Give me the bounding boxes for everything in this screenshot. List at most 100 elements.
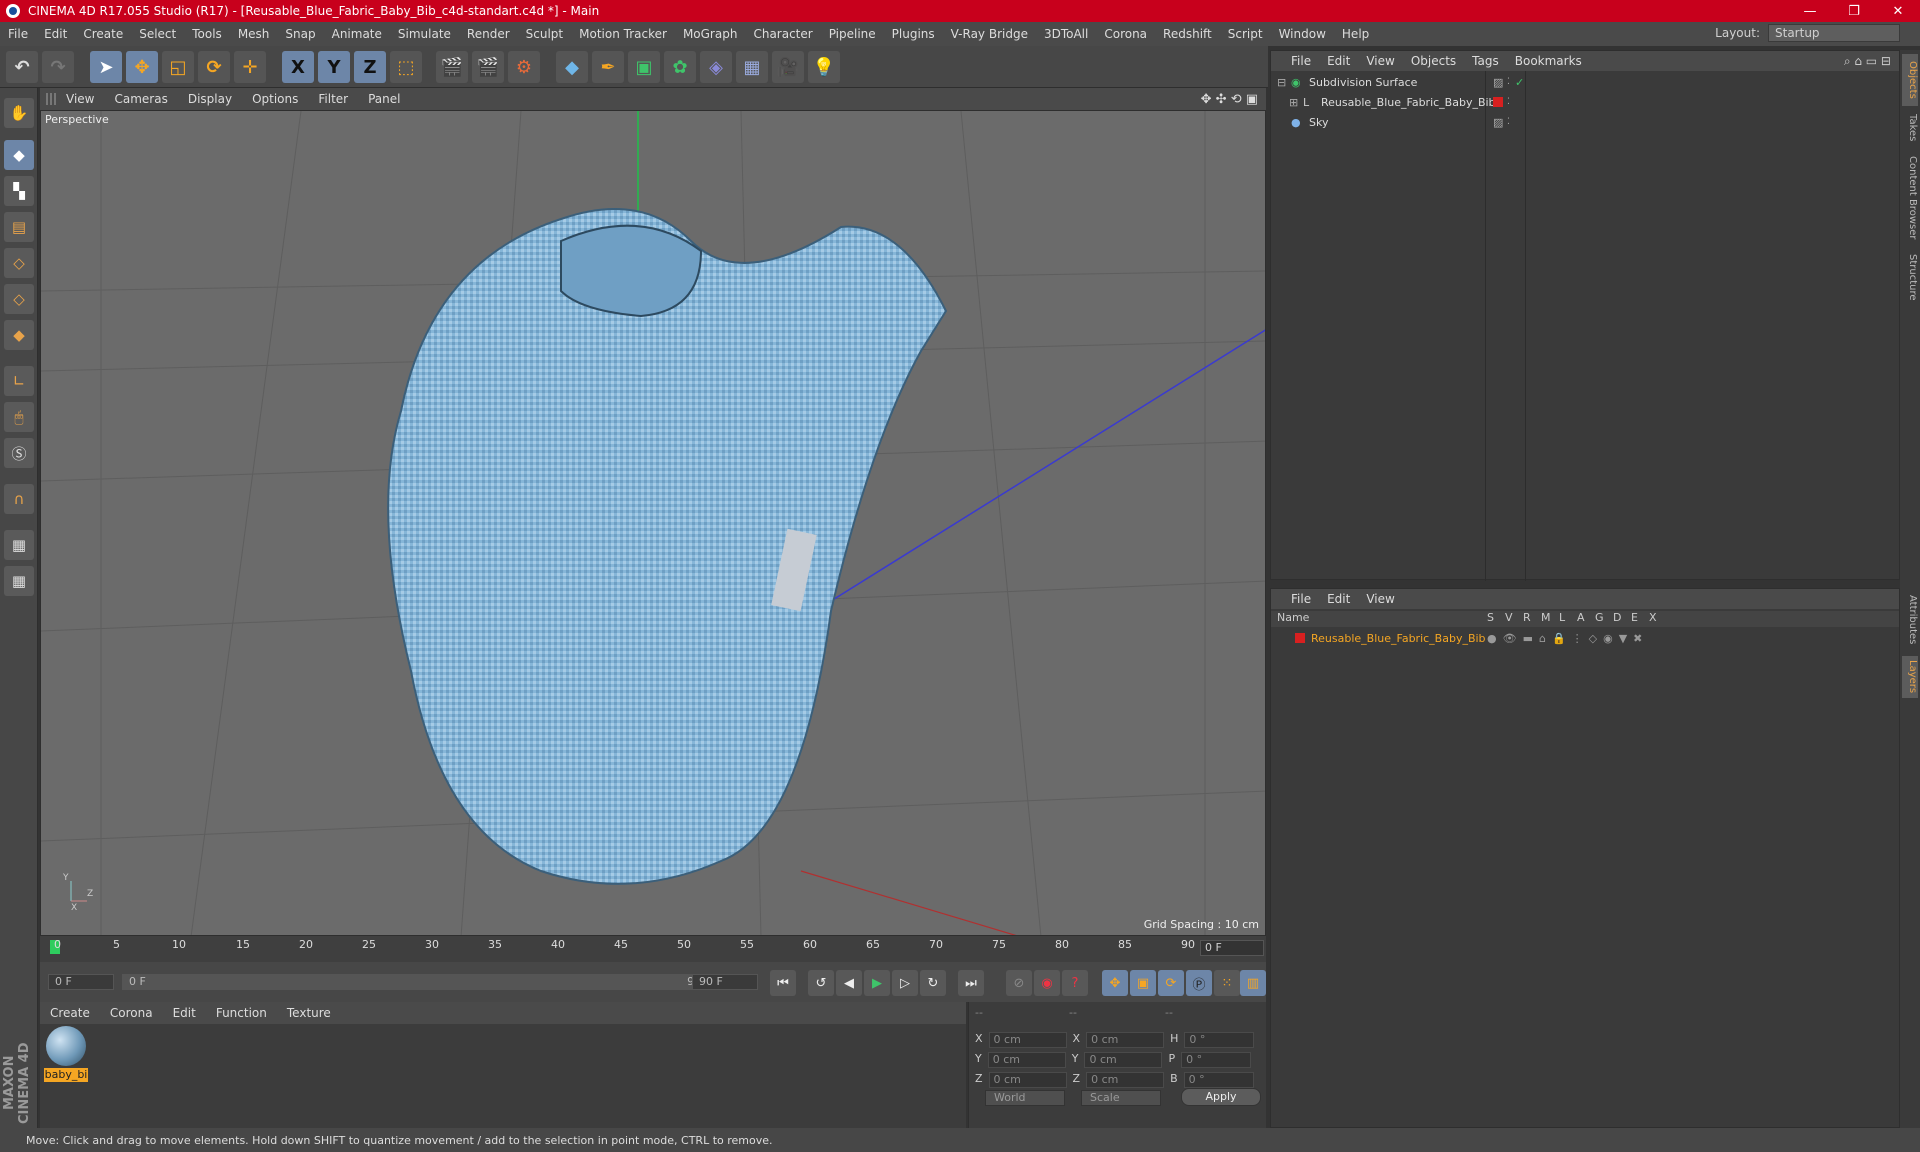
menu-file[interactable]: File	[0, 27, 36, 41]
object-row-baby-bib[interactable]: ⊞ L Reusable_Blue_Fabric_Baby_Bib ⁚	[1275, 93, 1895, 111]
material-menu-corona[interactable]: Corona	[100, 1006, 163, 1020]
workplane-mode-icon[interactable]: ▤	[4, 212, 34, 242]
recent-tools-icon[interactable]: ✛	[234, 51, 266, 83]
minimize-button[interactable]: —	[1788, 0, 1832, 22]
size-y-field[interactable]: 0 cm	[1084, 1052, 1163, 1068]
menu-3dtoall[interactable]: 3DToAll	[1036, 27, 1096, 41]
size-mode-dropdown[interactable]: Scale	[1081, 1090, 1161, 1106]
key-rotation-icon[interactable]: ⟳	[1158, 970, 1184, 996]
record-keys-icon[interactable]: ⊘	[1006, 970, 1032, 996]
object-menu-objects[interactable]: Objects	[1403, 54, 1464, 68]
cube-primitive-icon[interactable]: ◆	[556, 51, 588, 83]
material-menu-create[interactable]: Create	[40, 1006, 100, 1020]
menu-sculpt[interactable]: Sculpt	[518, 27, 571, 41]
layer-menu-edit[interactable]: Edit	[1319, 592, 1358, 606]
rotation-h-field[interactable]: 0 °	[1184, 1032, 1255, 1048]
menu-script[interactable]: Script	[1220, 27, 1271, 41]
viewport-menu-display[interactable]: Display	[178, 92, 242, 106]
timeline-window-icon[interactable]: ▥	[1240, 970, 1266, 996]
maximize-button[interactable]: ❐	[1832, 0, 1876, 22]
go-to-start-icon[interactable]: ⏮	[770, 970, 796, 996]
menu-create[interactable]: Create	[75, 27, 131, 41]
menu-redshift[interactable]: Redshift	[1155, 27, 1220, 41]
menu-corona[interactable]: Corona	[1096, 27, 1155, 41]
z-axis-lock-button[interactable]: Z	[354, 51, 386, 83]
object-menu-tags[interactable]: Tags	[1464, 54, 1507, 68]
tab-structure[interactable]: Structure	[1902, 250, 1918, 304]
edges-mode-icon[interactable]: ◇	[4, 284, 34, 314]
texture-mode-icon[interactable]: ▚	[4, 176, 34, 206]
menu-edit[interactable]: Edit	[36, 27, 75, 41]
previous-key-icon[interactable]: ↺	[808, 970, 834, 996]
menu-snap[interactable]: Snap	[277, 27, 323, 41]
layer-menu-file[interactable]: File	[1271, 592, 1319, 606]
key-pla-icon[interactable]: ⁙	[1214, 970, 1240, 996]
next-key-icon[interactable]: ↻	[920, 970, 946, 996]
visibility-dots-icon[interactable]: ⁚	[1507, 97, 1510, 107]
light-icon[interactable]: 💡	[808, 51, 840, 83]
snapping-icon[interactable]: ∩	[4, 484, 34, 514]
rotate-tool-icon[interactable]: ⟳	[198, 51, 230, 83]
move-tool-icon[interactable]: ✥	[126, 51, 158, 83]
material-menu-function[interactable]: Function	[206, 1006, 277, 1020]
floor-environment-icon[interactable]: ▦	[736, 51, 768, 83]
undo-icon[interactable]: ↶	[6, 51, 38, 83]
object-manager-search-home-icons[interactable]: ⌕ ⌂ ▭ ⊟	[1844, 54, 1891, 69]
play-icon[interactable]: ▶	[864, 970, 890, 996]
render-view-icon[interactable]: 🎬	[436, 51, 468, 83]
menu-motion-tracker[interactable]: Motion Tracker	[571, 27, 675, 41]
frame-range-slider[interactable]: 0 F 90 F	[122, 974, 726, 990]
layer-color-swatch[interactable]	[1295, 633, 1305, 643]
rotation-b-field[interactable]: 0 °	[1183, 1072, 1254, 1088]
close-button[interactable]: ✕	[1876, 0, 1920, 22]
camera-icon[interactable]: 🎥	[772, 51, 804, 83]
enabled-check-icon[interactable]: ✓	[1515, 76, 1524, 89]
perspective-viewport[interactable]: Perspective Y Z X Grid Spacing : 10 cm	[40, 110, 1266, 936]
timeline-ruler[interactable]: 0 5 10 15 20 25 30 35 40 45 50 55 60 65 …	[40, 936, 1266, 962]
layer-tag-icon[interactable]: ▨	[1493, 116, 1503, 129]
viewport-menu-options[interactable]: Options	[242, 92, 308, 106]
layer-name[interactable]: Reusable_Blue_Fabric_Baby_Bib	[1311, 632, 1486, 645]
x-axis-lock-button[interactable]: X	[282, 51, 314, 83]
visibility-dots-icon[interactable]: ⁚	[1507, 117, 1510, 127]
rotation-p-field[interactable]: 0 °	[1181, 1052, 1252, 1068]
locked-workplane-icon[interactable]: ▦	[4, 530, 34, 560]
layer-menu-view[interactable]: View	[1358, 592, 1402, 606]
object-name[interactable]: Sky	[1309, 116, 1328, 129]
menu-tools[interactable]: Tools	[184, 27, 230, 41]
object-name[interactable]: Subdivision Surface	[1309, 76, 1417, 89]
menu-window[interactable]: Window	[1271, 27, 1334, 41]
object-menu-bookmarks[interactable]: Bookmarks	[1507, 54, 1590, 68]
menu-simulate[interactable]: Simulate	[390, 27, 459, 41]
size-z-field[interactable]: 0 cm	[1086, 1072, 1165, 1088]
autokey-icon[interactable]: ◉	[1034, 970, 1060, 996]
menu-select[interactable]: Select	[131, 27, 184, 41]
keyframe-selection-icon[interactable]: ?	[1062, 970, 1088, 996]
points-mode-icon[interactable]: ◇	[4, 248, 34, 278]
current-frame-field[interactable]: 0 F	[1200, 940, 1264, 956]
expand-icon[interactable]: ⊞	[1289, 96, 1299, 109]
polygons-mode-icon[interactable]: ◆	[4, 320, 34, 350]
object-row-sky[interactable]: ● Sky ▨ ⁚	[1275, 113, 1895, 131]
material-menu-texture[interactable]: Texture	[277, 1006, 341, 1020]
object-name[interactable]: Reusable_Blue_Fabric_Baby_Bib	[1321, 96, 1496, 109]
viewport-navigation-icons[interactable]: ✥ ✣ ⟲ ▣	[1201, 92, 1258, 107]
layer-flag-icons[interactable]: ●👁▬⌂🔒⋮◇◉▼✖	[1487, 632, 1648, 645]
coordinate-system-icon[interactable]: ⬚	[390, 51, 422, 83]
size-x-field[interactable]: 0 cm	[1086, 1032, 1165, 1048]
position-x-field[interactable]: 0 cm	[988, 1032, 1067, 1048]
viewport-menu-filter[interactable]: Filter	[308, 92, 358, 106]
tab-objects[interactable]: Objects	[1902, 54, 1918, 106]
deformer-icon[interactable]: ◈	[700, 51, 732, 83]
axis-mode-icon[interactable]: ∟	[4, 366, 34, 396]
object-menu-file[interactable]: File	[1271, 54, 1319, 68]
viewport-menu-panel[interactable]: Panel	[358, 92, 410, 106]
planar-workplane-icon[interactable]: ▦	[4, 566, 34, 596]
y-axis-lock-button[interactable]: Y	[318, 51, 350, 83]
key-scale-icon[interactable]: ▣	[1130, 970, 1156, 996]
object-row-subdivision-surface[interactable]: ⊟ ◉ Subdivision Surface ▨ ⁚ ✓	[1275, 73, 1895, 91]
mograph-cloner-icon[interactable]: ✿	[664, 51, 696, 83]
spline-pen-icon[interactable]: ✒	[592, 51, 624, 83]
layout-dropdown[interactable]: Startup	[1768, 24, 1900, 42]
menu-mograph[interactable]: MoGraph	[675, 27, 746, 41]
